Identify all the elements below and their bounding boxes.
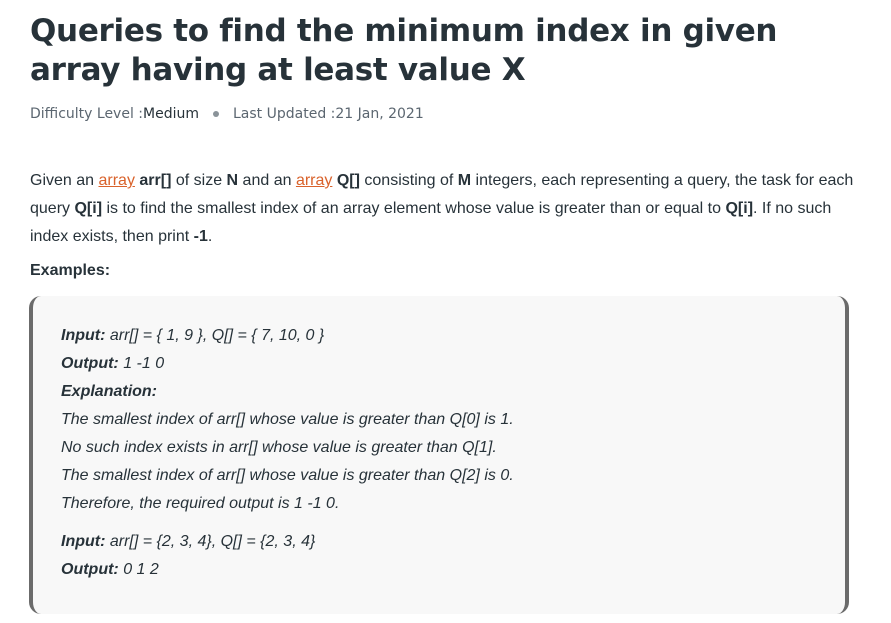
page-title: Queries to find the minimum index in giv… xyxy=(30,13,778,88)
example1-input: Input: arr[] = { 1, 9 }, Q[] = { 7, 10, … xyxy=(61,322,841,350)
text-span: and an xyxy=(238,172,296,189)
text-span: Given an xyxy=(30,172,99,189)
difficulty-label: Difficulty Level : xyxy=(30,106,144,122)
bold-term: arr[] xyxy=(139,172,172,189)
input-label: Input: xyxy=(61,533,106,550)
example-content: Input: arr[] = { 1, 9 }, Q[] = { 7, 10, … xyxy=(61,322,841,584)
input-label: Input: xyxy=(61,327,106,344)
input-value: arr[] = {2, 3, 4}, Q[] = {2, 3, 4} xyxy=(105,533,316,550)
text-span: . xyxy=(207,228,213,245)
example2-input: Input: arr[] = {2, 3, 4}, Q[] = {2, 3, 4… xyxy=(61,528,841,556)
bold-term: N xyxy=(226,172,239,189)
explanation-line: No such index exists in arr[] whose valu… xyxy=(61,439,497,456)
output-label: Output: xyxy=(61,355,119,372)
separator-dot-icon xyxy=(213,111,219,117)
bold-term: M xyxy=(457,172,472,189)
problem-statement: Given an array arr[] of size N and an ar… xyxy=(30,167,860,251)
explanation-label: Explanation: xyxy=(61,383,158,400)
difficulty-value[interactable]: Medium xyxy=(143,106,199,122)
updated-value: 21 Jan, 2021 xyxy=(335,106,424,122)
updated-label: Last Updated : xyxy=(233,106,336,122)
example2-output: Output: 0 1 2 xyxy=(61,556,841,584)
text-span: is to find the smallest index of an arra… xyxy=(102,200,726,217)
examples-heading: Examples: xyxy=(30,262,111,279)
bold-term: -1 xyxy=(193,228,208,245)
bold-term: Q[i] xyxy=(725,200,754,217)
bold-term: Q[i] xyxy=(74,200,103,217)
text-span: of size xyxy=(171,172,227,189)
text-span: consisting of xyxy=(359,172,458,189)
example-box: Input: arr[] = { 1, 9 }, Q[] = { 7, 10, … xyxy=(29,296,849,614)
example1-output: Output: 1 -1 0 xyxy=(61,350,841,378)
explanation-line: Therefore, the required output is 1 -1 0… xyxy=(61,495,340,512)
explanation-line: The smallest index of arr[] whose value … xyxy=(61,467,514,484)
example1-explanation: Explanation: xyxy=(61,378,841,406)
article-meta: Difficulty Level : Medium Last Updated :… xyxy=(30,106,424,122)
output-label: Output: xyxy=(61,561,119,578)
array-link[interactable]: array xyxy=(296,172,332,189)
explanation-line: The smallest index of arr[] whose value … xyxy=(61,411,514,428)
input-value: arr[] = { 1, 9 }, Q[] = { 7, 10, 0 } xyxy=(105,327,325,344)
output-value: 0 1 2 xyxy=(118,561,159,578)
output-value: 1 -1 0 xyxy=(118,355,165,372)
bold-term: Q[] xyxy=(336,172,360,189)
array-link[interactable]: array xyxy=(98,172,134,189)
